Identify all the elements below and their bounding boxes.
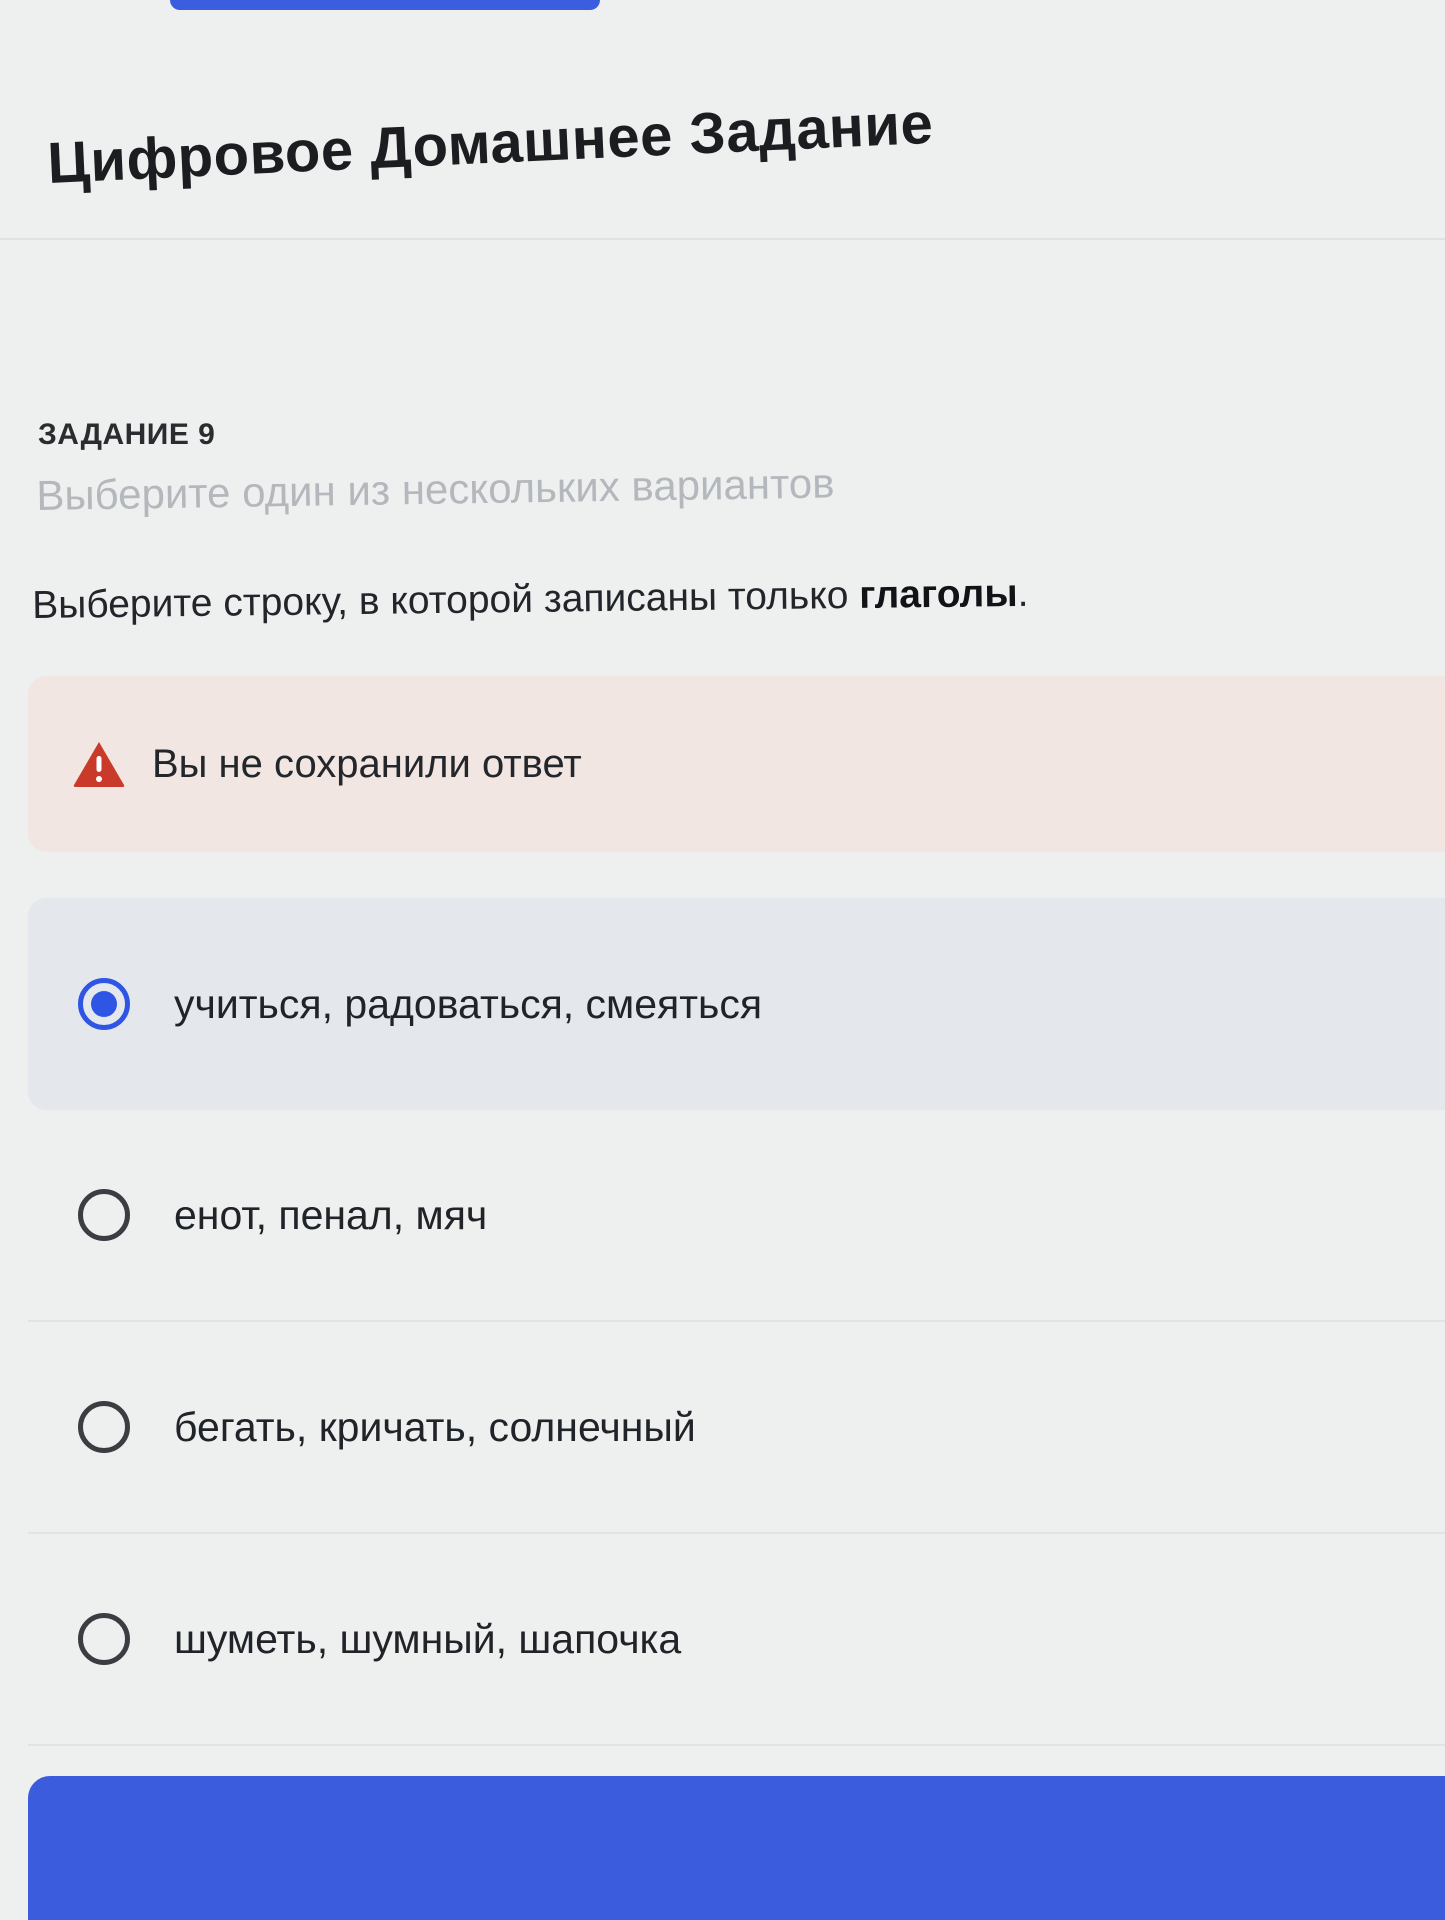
question-suffix: . bbox=[1017, 571, 1029, 615]
save-answer-button[interactable] bbox=[28, 1776, 1445, 1920]
answer-options: учиться, радоваться, смеяться енот, пена… bbox=[28, 898, 1445, 1746]
question-prefix: Выберите строку, в которой записаны толь… bbox=[32, 573, 860, 627]
warning-triangle-icon bbox=[73, 742, 125, 787]
radio-button-selected[interactable] bbox=[78, 978, 130, 1030]
answer-option-1[interactable]: учиться, радоваться, смеяться bbox=[28, 898, 1445, 1110]
top-edge-accent bbox=[170, 0, 600, 10]
task-number: ЗАДАНИЕ 9 bbox=[38, 418, 216, 451]
radio-dot bbox=[91, 991, 117, 1017]
answer-option-4[interactable]: шуметь, шумный, шапочка bbox=[28, 1534, 1445, 1746]
radio-button[interactable] bbox=[78, 1613, 130, 1665]
answer-option-label: шуметь, шумный, шапочка bbox=[174, 1615, 682, 1662]
question-text: Выберите строку, в которой записаны толь… bbox=[32, 572, 1029, 628]
question-keyword: глаголы bbox=[858, 571, 1018, 617]
unsaved-warning-banner: Вы не сохранили ответ bbox=[28, 676, 1445, 852]
answer-option-label: енот, пенал, мяч bbox=[174, 1191, 488, 1238]
answer-option-2[interactable]: енот, пенал, мяч bbox=[28, 1110, 1445, 1322]
radio-button[interactable] bbox=[78, 1401, 130, 1453]
task-hint: Выберите один из нескольких вариантов bbox=[36, 459, 835, 519]
header-divider bbox=[0, 238, 1445, 240]
answer-option-label: учиться, радоваться, смеяться bbox=[174, 980, 763, 1027]
answer-option-3[interactable]: бегать, кричать, солнечный bbox=[28, 1322, 1445, 1534]
radio-button[interactable] bbox=[78, 1189, 130, 1241]
answer-option-label: бегать, кричать, солнечный bbox=[174, 1403, 696, 1450]
warning-text: Вы не сохранили ответ bbox=[152, 741, 582, 786]
page-title: Цифровое Домашнее Задание bbox=[46, 90, 935, 196]
